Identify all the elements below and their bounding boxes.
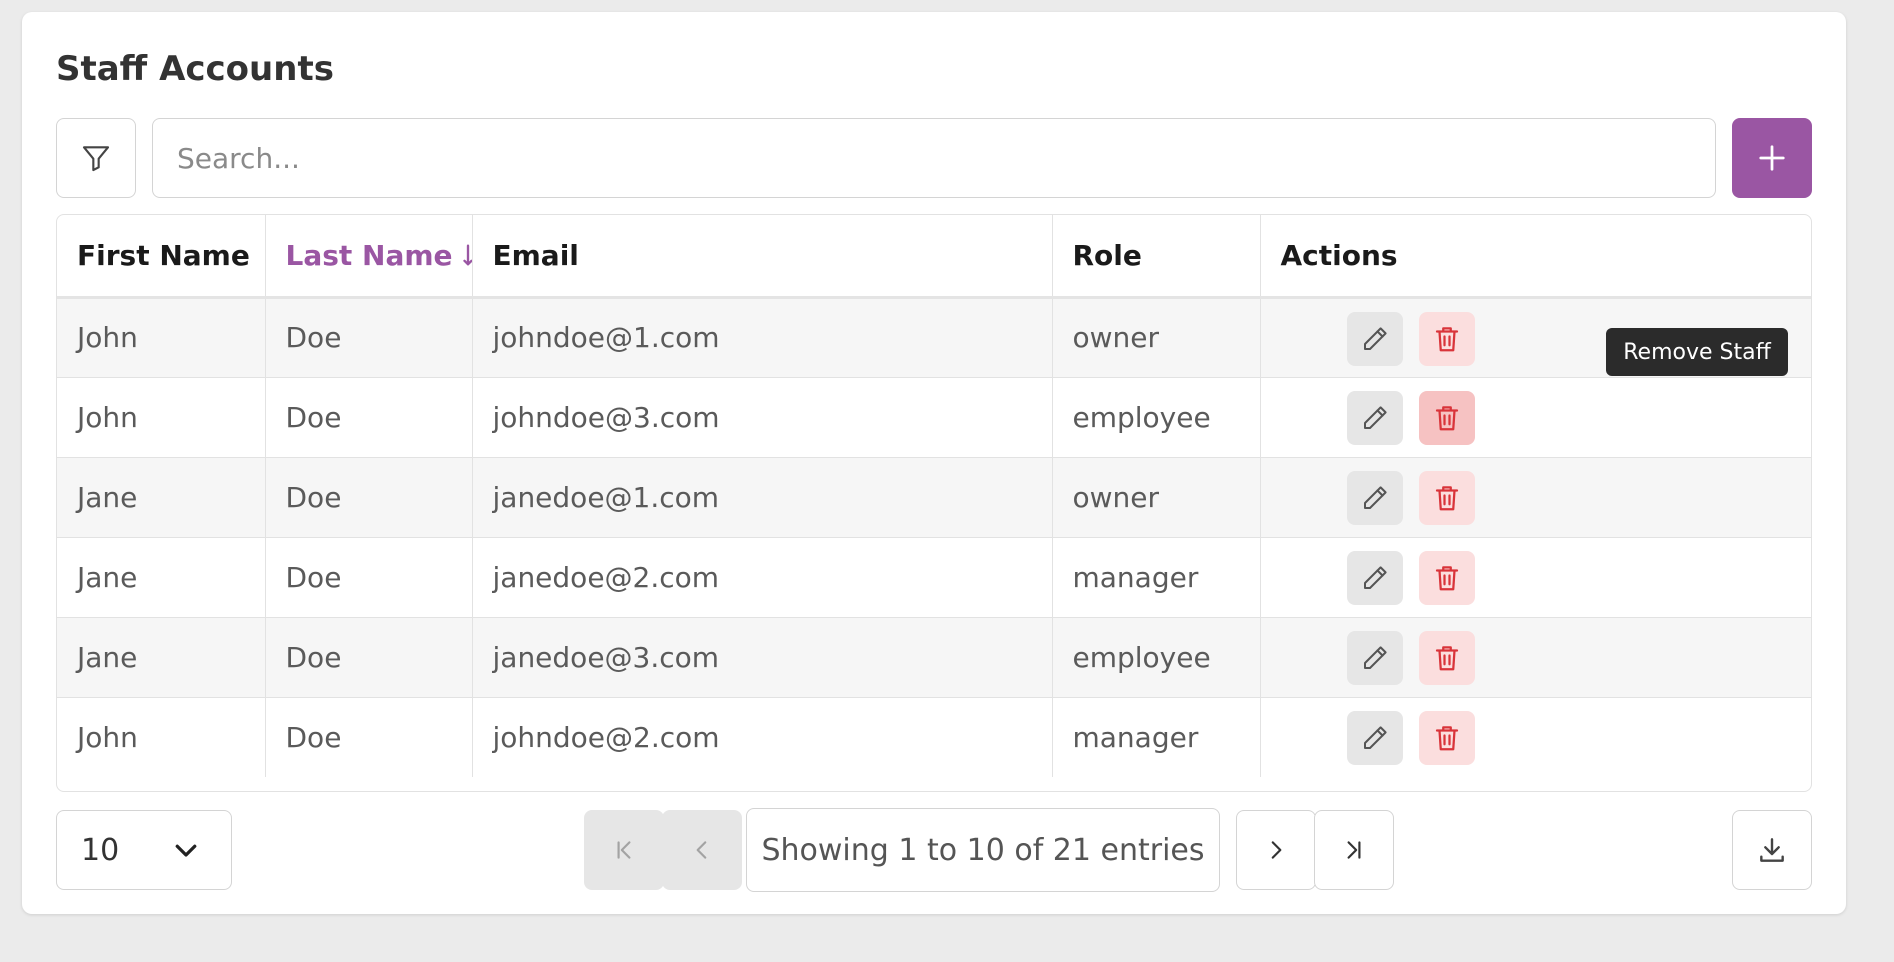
- pencil-icon: [1363, 565, 1387, 589]
- edit-staff-button[interactable]: [1346, 311, 1403, 366]
- column-header-last-name[interactable]: Last Name: [265, 215, 473, 297]
- cell-first-name: Jane: [57, 537, 266, 617]
- cell-email: johndoe@1.com: [472, 297, 1053, 377]
- filter-icon: [82, 146, 110, 172]
- cell-last-name: Doe: [265, 617, 473, 697]
- cell-first-name: John: [57, 377, 266, 457]
- remove-staff-button[interactable]: [1418, 630, 1475, 685]
- column-header-actions: Actions: [1280, 238, 1398, 272]
- table-row: John Doe johndoe@3.com employee: [57, 377, 1811, 457]
- last-page-icon: [1347, 841, 1361, 859]
- edit-staff-button[interactable]: [1346, 550, 1403, 605]
- cell-actions: [1260, 617, 1811, 697]
- first-page-button[interactable]: [584, 810, 664, 890]
- remove-staff-button[interactable]: [1418, 390, 1475, 445]
- table-row: John Doe johndoe@2.com manager: [57, 697, 1811, 777]
- trash-icon: [1435, 326, 1458, 351]
- table-row: John Doe johndoe@1.com owner: [57, 297, 1811, 377]
- trash-icon: [1435, 405, 1458, 430]
- remove-staff-button[interactable]: [1418, 311, 1475, 366]
- cell-role: employee: [1052, 377, 1261, 457]
- staff-table: First Name Last Name Email Role Actions …: [56, 214, 1812, 792]
- column-header-email[interactable]: Email: [472, 215, 1053, 297]
- first-page-icon: [617, 841, 631, 859]
- table-header-row: First Name Last Name Email Role Actions: [57, 215, 1811, 297]
- cell-role: owner: [1052, 457, 1261, 537]
- chevron-down-icon: [175, 844, 197, 857]
- cell-email: janedoe@2.com: [472, 537, 1053, 617]
- remove-staff-button[interactable]: [1418, 550, 1475, 605]
- staff-accounts-card: Staff Accounts First Name Last Name: [22, 12, 1846, 914]
- cell-actions: [1260, 697, 1811, 777]
- cell-actions: [1260, 537, 1811, 617]
- cell-last-name: Doe: [265, 537, 473, 617]
- remove-staff-button[interactable]: [1418, 710, 1475, 765]
- page-size-select[interactable]: 10: [56, 810, 232, 890]
- pencil-icon: [1363, 725, 1387, 749]
- column-header-role[interactable]: Role: [1052, 215, 1261, 297]
- pagination-info: Showing 1 to 10 of 21 entries: [746, 808, 1220, 892]
- pencil-icon: [1363, 485, 1387, 509]
- cell-role: manager: [1052, 537, 1261, 617]
- cell-last-name: Doe: [265, 697, 473, 777]
- filter-button[interactable]: [56, 118, 136, 198]
- column-header-first-name[interactable]: First Name: [57, 215, 266, 297]
- add-staff-button[interactable]: [1732, 118, 1812, 198]
- remove-staff-tooltip: Remove Staff: [1606, 328, 1788, 376]
- remove-staff-button[interactable]: [1418, 470, 1475, 525]
- table-row: Jane Doe janedoe@2.com manager: [57, 537, 1811, 617]
- trash-icon: [1435, 485, 1458, 510]
- edit-staff-button[interactable]: [1346, 470, 1403, 525]
- chevron-right-icon: [1271, 841, 1282, 859]
- cell-first-name: John: [57, 297, 266, 377]
- cell-email: johndoe@2.com: [472, 697, 1053, 777]
- trash-icon: [1435, 725, 1458, 750]
- pencil-icon: [1363, 326, 1387, 350]
- cell-email: janedoe@3.com: [472, 617, 1053, 697]
- download-button[interactable]: [1732, 810, 1812, 890]
- trash-icon: [1435, 565, 1458, 590]
- download-icon: [1760, 838, 1784, 862]
- plus-icon: [1759, 145, 1785, 171]
- cell-actions: [1260, 457, 1811, 537]
- previous-page-button[interactable]: [662, 810, 742, 890]
- edit-staff-button[interactable]: [1346, 390, 1403, 445]
- table-row: Jane Doe janedoe@1.com owner: [57, 457, 1811, 537]
- cell-role: manager: [1052, 697, 1261, 777]
- cell-first-name: John: [57, 697, 266, 777]
- search-input[interactable]: [152, 118, 1716, 198]
- pencil-icon: [1363, 405, 1387, 429]
- cell-last-name: Doe: [265, 377, 473, 457]
- page-size-value: 10: [81, 832, 120, 868]
- edit-staff-button[interactable]: [1346, 710, 1403, 765]
- cell-first-name: Jane: [57, 617, 266, 697]
- pencil-icon: [1363, 645, 1387, 669]
- edit-staff-button[interactable]: [1346, 630, 1403, 685]
- cell-actions: [1260, 377, 1811, 457]
- cell-role: owner: [1052, 297, 1261, 377]
- cell-last-name: Doe: [265, 297, 473, 377]
- cell-last-name: Doe: [265, 457, 473, 537]
- next-page-button[interactable]: [1236, 810, 1316, 890]
- chevron-left-icon: [696, 841, 707, 859]
- table-row: Jane Doe janedoe@3.com employee: [57, 617, 1811, 697]
- cell-email: johndoe@3.com: [472, 377, 1053, 457]
- sort-descending-icon: [462, 244, 471, 266]
- trash-icon: [1435, 645, 1458, 670]
- cell-role: employee: [1052, 617, 1261, 697]
- cell-email: janedoe@1.com: [472, 457, 1053, 537]
- page-title: Staff Accounts: [56, 49, 334, 89]
- last-page-button[interactable]: [1314, 810, 1394, 890]
- cell-first-name: Jane: [57, 457, 266, 537]
